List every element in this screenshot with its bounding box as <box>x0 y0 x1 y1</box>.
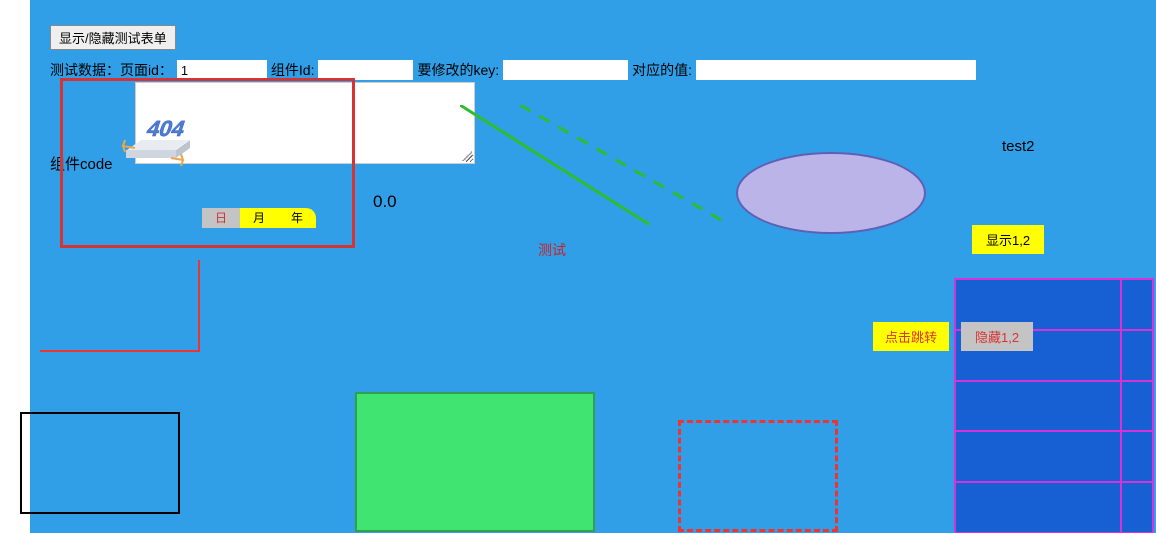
show-1-2-button[interactable]: 显示1,2 <box>972 225 1044 254</box>
toggle-form-button[interactable]: 显示/隐藏测试表单 <box>50 25 176 50</box>
canvas: 显示/隐藏测试表单 测试数据：页面id： 组件Id: 要修改的key: 对应的值… <box>30 0 1156 533</box>
purple-ellipse <box>736 152 926 234</box>
key-label: 要修改的key: <box>417 60 499 80</box>
page-id-input[interactable] <box>177 60 267 80</box>
grid-cell <box>1121 330 1153 381</box>
grid-cell <box>955 381 1121 432</box>
tab-year[interactable]: 年 <box>278 208 316 228</box>
grid-cell <box>1121 482 1153 533</box>
version-label: 0.0 <box>373 192 397 212</box>
grid-cell <box>1121 431 1153 482</box>
comp-id-input[interactable] <box>318 60 413 80</box>
val-label: 对应的值: <box>632 60 692 80</box>
test-form-row: 测试数据：页面id： 组件Id: 要修改的key: 对应的值: <box>50 60 976 80</box>
test-label: 测试 <box>538 240 566 260</box>
hide-1-2-button[interactable]: 隐藏1,2 <box>961 322 1033 351</box>
red-dashed-rectangle <box>678 420 838 532</box>
val-input[interactable] <box>696 60 976 80</box>
comp-id-label: 组件Id: <box>271 60 315 80</box>
tab-month[interactable]: 月 <box>240 208 278 228</box>
grid-cell <box>1121 381 1153 432</box>
grid-cell <box>955 482 1121 533</box>
blue-grid-table <box>954 278 1154 532</box>
form-prefix-label: 测试数据：页面id： <box>50 60 173 80</box>
grid-cell <box>955 431 1121 482</box>
grid-cell <box>1121 279 1153 330</box>
click-jump-button[interactable]: 点击跳转 <box>873 322 949 351</box>
date-tabs: 日 月 年 <box>202 208 316 228</box>
green-rectangle <box>355 392 595 532</box>
red-outline-shape <box>40 260 200 352</box>
green-dashed-line <box>520 105 730 225</box>
black-rectangle <box>20 412 180 514</box>
key-input[interactable] <box>503 60 628 80</box>
tab-day[interactable]: 日 <box>202 208 240 228</box>
test2-label: test2 <box>1002 138 1035 155</box>
